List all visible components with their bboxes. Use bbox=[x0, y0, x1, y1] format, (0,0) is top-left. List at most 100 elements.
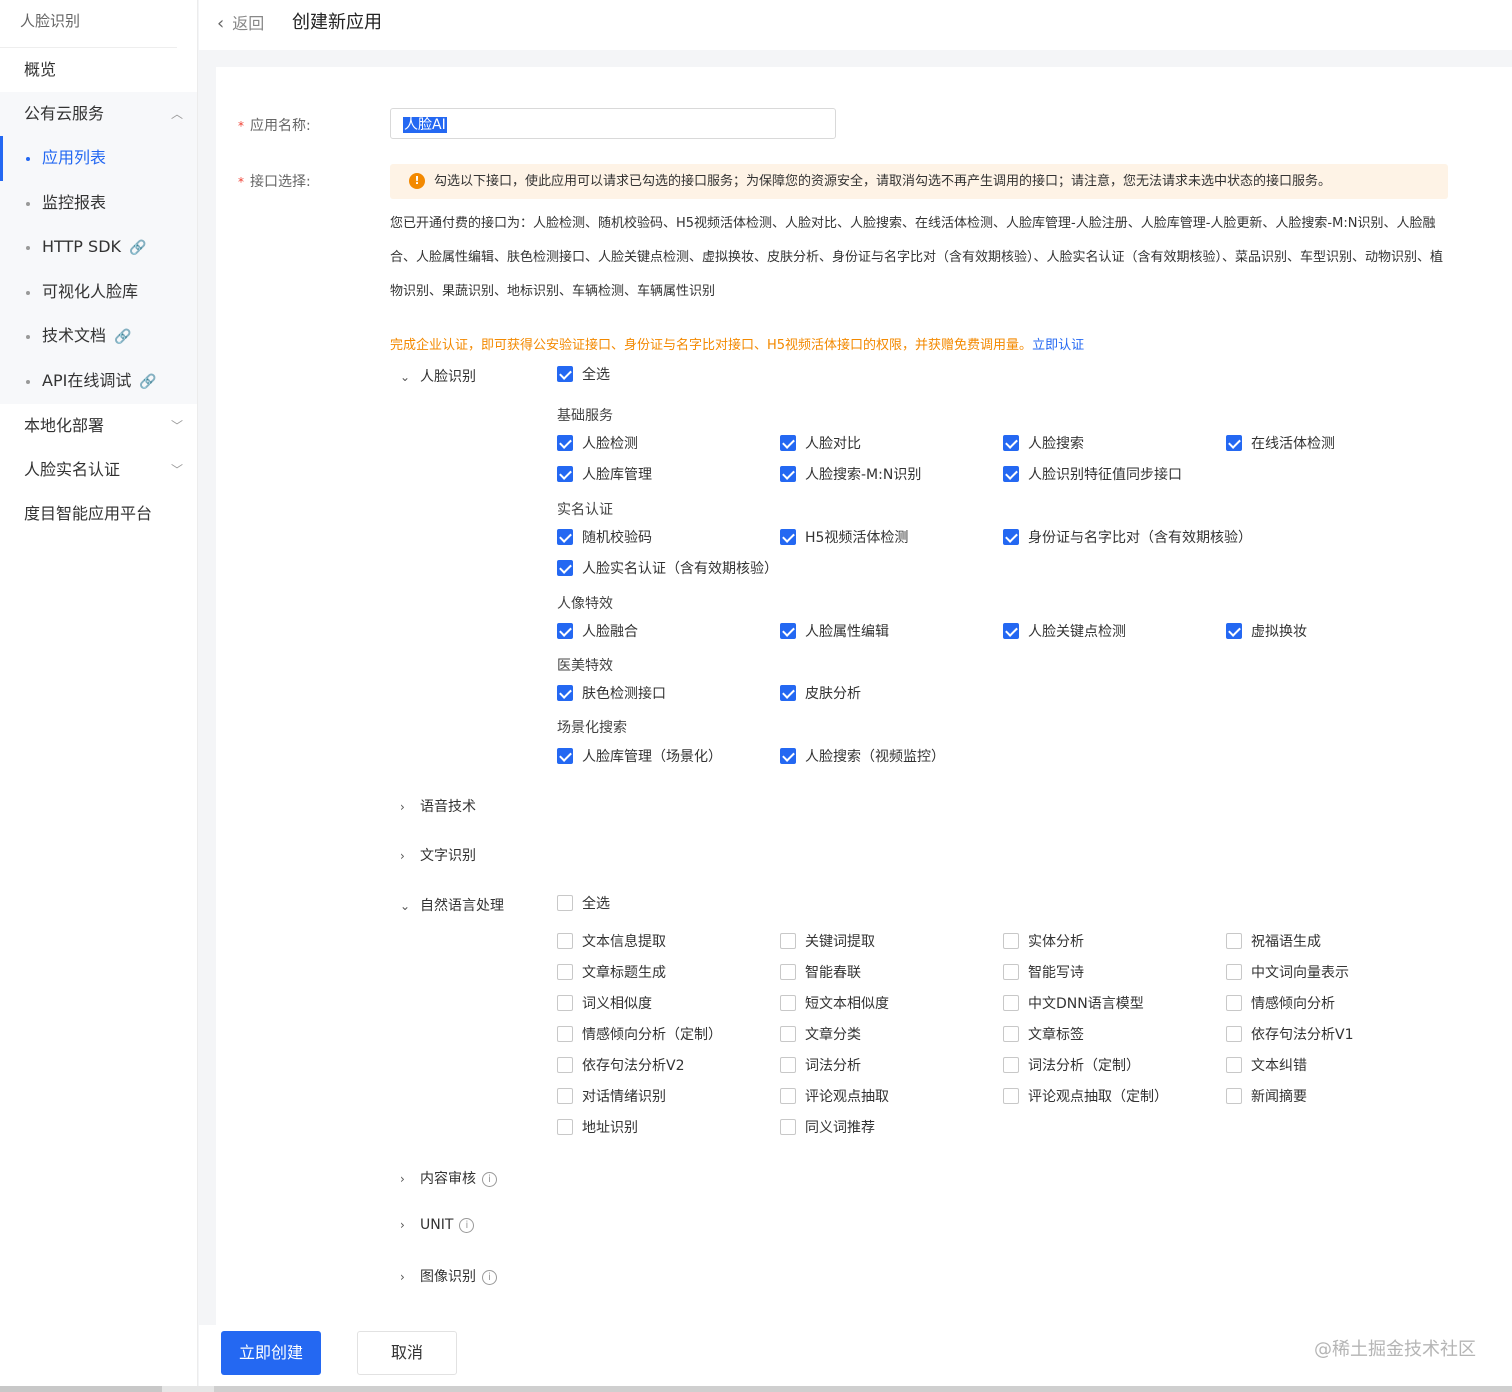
checkbox-box bbox=[1226, 964, 1242, 980]
scrollbar-thumb[interactable] bbox=[214, 1386, 1512, 1392]
info-icon[interactable]: i bbox=[459, 1218, 475, 1233]
checkbox-api[interactable]: 人脸融合 bbox=[557, 623, 638, 641]
checkbox-box bbox=[557, 529, 573, 545]
checkbox-box bbox=[1003, 1057, 1019, 1073]
checkbox-api[interactable]: 人脸搜索-M:N识别 bbox=[780, 466, 921, 484]
checkbox-api[interactable]: 文章分类 bbox=[780, 1026, 861, 1044]
create-button[interactable]: 立即创建 bbox=[221, 1331, 321, 1375]
checkbox-api[interactable]: 在线活体检测 bbox=[1226, 435, 1335, 453]
checkbox-box bbox=[1226, 435, 1242, 451]
info-icon[interactable]: i bbox=[482, 1270, 497, 1285]
verify-now-link[interactable]: 立即认证 bbox=[1032, 338, 1084, 353]
sidebar-item-face-library[interactable]: 可视化人脸库 bbox=[0, 270, 197, 315]
checkbox-api[interactable]: 中文DNN语言模型 bbox=[1003, 995, 1144, 1013]
checkbox-label: 肤色检测接口 bbox=[582, 686, 666, 702]
checkbox-api[interactable]: 同义词推荐 bbox=[780, 1119, 875, 1137]
checkbox-api[interactable]: 词法分析（定制） bbox=[1003, 1057, 1140, 1075]
sidebar-item-tech-docs[interactable]: 技术文档 🔗 bbox=[0, 314, 197, 359]
checkbox-api[interactable]: 文章标签 bbox=[1003, 1026, 1084, 1044]
checkbox-api[interactable]: 人脸搜索 bbox=[1003, 435, 1084, 453]
sidebar-item-http-sdk[interactable]: HTTP SDK 🔗 bbox=[0, 225, 197, 270]
checkbox-api[interactable]: 文本纠错 bbox=[1226, 1057, 1307, 1075]
group-label: 语音技术 bbox=[420, 799, 476, 815]
checkbox-label: 中文DNN语言模型 bbox=[1028, 996, 1144, 1012]
sidebar-item-realname[interactable]: 人脸实名认证 ﹀ bbox=[0, 448, 197, 492]
cancel-button[interactable]: 取消 bbox=[357, 1331, 457, 1375]
scrollbar-thumb[interactable] bbox=[0, 1386, 162, 1392]
sidebar-item-overview[interactable]: 概览 bbox=[0, 48, 197, 92]
checkbox-api[interactable]: 新闻摘要 bbox=[1226, 1088, 1307, 1106]
checkbox-api[interactable]: 智能写诗 bbox=[1003, 964, 1084, 982]
checkbox-api[interactable]: 智能春联 bbox=[780, 964, 861, 982]
group-toggle-nlp[interactable]: ⌄ 自然语言处理 bbox=[400, 895, 504, 915]
checkbox-api[interactable]: 肤色检测接口 bbox=[557, 685, 666, 703]
checkbox-api[interactable]: 地址识别 bbox=[557, 1119, 638, 1137]
chevron-down-icon: ﹀ bbox=[170, 462, 183, 477]
checkbox-api[interactable]: 皮肤分析 bbox=[780, 685, 861, 703]
group-label: 文字识别 bbox=[420, 848, 476, 864]
sidebar-item-dumu[interactable]: 度目智能应用平台 bbox=[0, 492, 197, 536]
chevron-up-icon: ︿ bbox=[170, 107, 183, 121]
group-toggle-face[interactable]: ⌄ 人脸识别 bbox=[400, 366, 476, 386]
checkbox-api[interactable]: 人脸库管理 bbox=[557, 466, 652, 484]
checkbox-api[interactable]: 人脸搜索（视频监控） bbox=[780, 748, 945, 766]
chevron-down-icon: ⌄ bbox=[400, 899, 411, 913]
checkbox-api[interactable]: 评论观点抽取 bbox=[780, 1088, 889, 1106]
checkbox-api[interactable]: 虚拟换妆 bbox=[1226, 623, 1307, 641]
checkbox-api[interactable]: 人脸检测 bbox=[557, 435, 638, 453]
info-icon[interactable]: i bbox=[482, 1172, 497, 1187]
checkbox-api[interactable]: 对话情绪识别 bbox=[557, 1088, 666, 1106]
group-toggle-voice[interactable]: › 语音技术 bbox=[400, 796, 476, 816]
checkbox-api[interactable]: H5视频活体检测 bbox=[780, 529, 908, 547]
checkbox-api[interactable]: 情感倾向分析（定制） bbox=[557, 1026, 722, 1044]
group-toggle-ocr[interactable]: › 文字识别 bbox=[400, 845, 476, 865]
checkbox-api[interactable]: 评论观点抽取（定制） bbox=[1003, 1088, 1168, 1106]
checkbox-api[interactable]: 词义相似度 bbox=[557, 995, 652, 1013]
checkbox-api[interactable]: 身份证与名字比对（含有效期核验） bbox=[1003, 529, 1252, 547]
checkbox-box bbox=[557, 1026, 573, 1042]
checkbox-api[interactable]: 人脸对比 bbox=[780, 435, 861, 453]
checkbox-api[interactable]: 文本信息提取 bbox=[557, 933, 666, 951]
sidebar-item-public-cloud[interactable]: 公有云服务 ︿ bbox=[0, 92, 197, 136]
sidebar-item-app-list[interactable]: 应用列表 bbox=[0, 136, 197, 181]
notice-banner: ! 勾选以下接口，使此应用可以请求已勾选的接口服务；为保障您的资源安全，请取消勾… bbox=[390, 164, 1448, 199]
checkbox-api[interactable]: 祝福语生成 bbox=[1226, 933, 1321, 951]
checkbox-face-select-all[interactable]: 全选 bbox=[557, 366, 610, 384]
checkbox-label: 文本信息提取 bbox=[582, 934, 666, 950]
back-button[interactable]: ‹ 返回 bbox=[217, 10, 264, 34]
checkbox-api[interactable]: 关键词提取 bbox=[780, 933, 875, 951]
checkbox-box bbox=[780, 933, 796, 949]
chevron-right-icon: › bbox=[400, 1270, 405, 1284]
checkbox-api[interactable]: 情感倾向分析 bbox=[1226, 995, 1335, 1013]
checkbox-api[interactable]: 人脸库管理（场景化） bbox=[557, 748, 722, 766]
sidebar-title: 人脸识别 bbox=[0, 0, 177, 48]
checkbox-api[interactable]: 词法分析 bbox=[780, 1057, 861, 1075]
group-toggle-image[interactable]: › 图像识别 i bbox=[400, 1266, 497, 1286]
checkbox-api[interactable]: 中文词向量表示 bbox=[1226, 964, 1349, 982]
checkbox-api[interactable]: 文章标题生成 bbox=[557, 964, 666, 982]
checkbox-box bbox=[557, 623, 573, 639]
checkbox-api[interactable]: 实体分析 bbox=[1003, 933, 1084, 951]
horizontal-scrollbar[interactable] bbox=[0, 1386, 1512, 1392]
checkbox-label: 全选 bbox=[582, 896, 610, 912]
checkbox-api[interactable]: 人脸属性编辑 bbox=[780, 623, 889, 641]
group-toggle-content-review[interactable]: › 内容审核 i bbox=[400, 1168, 497, 1188]
checkbox-api[interactable]: 人脸实名认证（含有效期核验） bbox=[557, 560, 778, 578]
checkbox-box bbox=[780, 1057, 796, 1073]
sidebar-item-api-debug[interactable]: API在线调试 🔗 bbox=[0, 359, 197, 404]
checkbox-api[interactable]: 依存句法分析V1 bbox=[1226, 1026, 1353, 1044]
app-name-input[interactable]: 人脸AI bbox=[390, 108, 836, 139]
checkbox-api[interactable]: 人脸关键点检测 bbox=[1003, 623, 1126, 641]
checkbox-label: 人脸搜索（视频监控） bbox=[805, 749, 945, 765]
sidebar-item-label: 本地化部署 bbox=[24, 415, 105, 435]
checkbox-api[interactable]: 随机校验码 bbox=[557, 529, 652, 547]
checkbox-api[interactable]: 短文本相似度 bbox=[780, 995, 889, 1013]
group-toggle-unit[interactable]: › UNIT i bbox=[400, 1217, 475, 1233]
checkbox-api[interactable]: 依存句法分析V2 bbox=[557, 1057, 684, 1075]
sidebar-item-local-deploy[interactable]: 本地化部署 ﹀ bbox=[0, 404, 197, 448]
checkbox-api[interactable]: 人脸识别特征值同步接口 bbox=[1003, 466, 1182, 484]
chevron-down-icon: ⌄ bbox=[400, 370, 411, 384]
checkbox-nlp-select-all[interactable]: 全选 bbox=[557, 895, 610, 913]
checkbox-box bbox=[557, 366, 573, 382]
sidebar-item-monitor[interactable]: 监控报表 bbox=[0, 181, 197, 226]
